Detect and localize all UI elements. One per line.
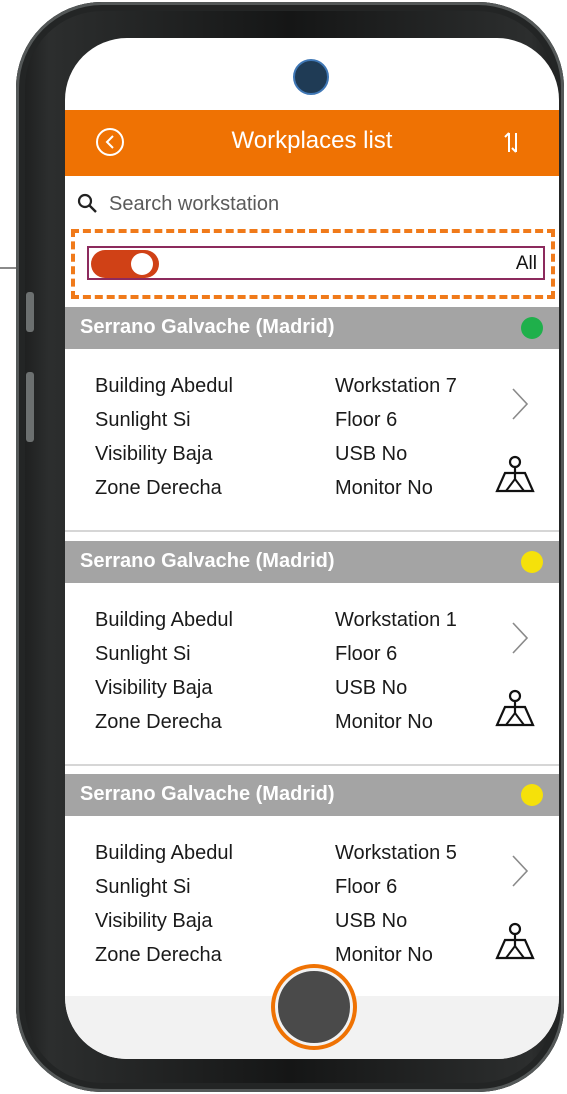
card-title: Serrano Galvache (Madrid)	[80, 316, 335, 338]
filter-toggle[interactable]	[91, 250, 159, 278]
workstation-text: Workstation 7	[335, 375, 457, 397]
visibility-text: Visibility Baja	[95, 443, 213, 465]
home-button[interactable]	[271, 964, 357, 1050]
visibility-text: Visibility Baja	[95, 677, 213, 699]
search-input[interactable]	[107, 188, 511, 220]
workplace-card[interactable]: Serrano Galvache (Madrid) Building Abedu…	[65, 307, 559, 532]
phone-frame: Workplaces list All	[16, 2, 564, 1092]
sunlight-text: Sunlight Si	[95, 409, 191, 431]
phone-volume-button	[26, 372, 34, 442]
usb-text: USB No	[335, 910, 408, 932]
card-divider	[65, 530, 559, 532]
card-left-column: Building Abedul Sunlight Si Visibility B…	[95, 836, 233, 972]
card-right-column: Workstation 5 Floor 6 USB No Monitor No	[335, 836, 457, 972]
card-title: Serrano Galvache (Madrid)	[80, 783, 335, 805]
monitor-text: Monitor No	[335, 711, 433, 733]
map-pin-icon[interactable]	[495, 689, 535, 729]
map-pin-icon[interactable]	[495, 922, 535, 962]
visibility-text: Visibility Baja	[95, 910, 213, 932]
front-camera	[293, 59, 329, 95]
home-button-inner	[275, 968, 353, 1046]
card-header: Serrano Galvache (Madrid)	[65, 774, 559, 816]
monitor-text: Monitor No	[335, 944, 433, 966]
sort-arrows-icon[interactable]	[503, 128, 523, 158]
chevron-right-icon[interactable]	[510, 621, 530, 655]
sunlight-text: Sunlight Si	[95, 876, 191, 898]
filter-highlight: All	[71, 229, 555, 299]
card-title: Serrano Galvache (Madrid)	[80, 550, 335, 572]
usb-text: USB No	[335, 443, 408, 465]
floor-text: Floor 6	[335, 876, 398, 898]
usb-text: USB No	[335, 677, 408, 699]
card-header: Serrano Galvache (Madrid)	[65, 541, 559, 583]
card-right-column: Workstation 7 Floor 6 USB No Monitor No	[335, 369, 457, 505]
status-dot	[521, 317, 543, 339]
card-header: Serrano Galvache (Madrid)	[65, 307, 559, 349]
card-left-column: Building Abedul Sunlight Si Visibility B…	[95, 369, 233, 505]
chevron-right-icon[interactable]	[510, 387, 530, 421]
chevron-right-icon[interactable]	[510, 854, 530, 888]
card-right-column: Workstation 1 Floor 6 USB No Monitor No	[335, 603, 457, 739]
search-icon	[77, 193, 97, 213]
building-text: Building Abedul	[95, 609, 233, 631]
card-divider	[65, 764, 559, 766]
filter-label: All	[515, 253, 537, 274]
phone-screen: Workplaces list All	[65, 38, 559, 1059]
zone-text: Zone Derecha	[95, 477, 222, 499]
zone-text: Zone Derecha	[95, 711, 222, 733]
building-text: Building Abedul	[95, 375, 233, 397]
status-dot	[521, 784, 543, 806]
toggle-knob	[131, 253, 153, 275]
page-title: Workplaces list	[231, 127, 393, 154]
phone-side-button	[26, 292, 34, 332]
map-pin-icon[interactable]	[495, 455, 535, 495]
workstation-text: Workstation 5	[335, 842, 457, 864]
workstation-text: Workstation 1	[335, 609, 457, 631]
floor-text: Floor 6	[335, 643, 398, 665]
filter-row: All	[87, 246, 545, 280]
status-dot	[521, 551, 543, 573]
building-text: Building Abedul	[95, 842, 233, 864]
card-left-column: Building Abedul Sunlight Si Visibility B…	[95, 603, 233, 739]
workplace-card[interactable]: Serrano Galvache (Madrid) Building Abedu…	[65, 541, 559, 766]
sunlight-text: Sunlight Si	[95, 643, 191, 665]
zone-text: Zone Derecha	[95, 944, 222, 966]
floor-text: Floor 6	[335, 409, 398, 431]
monitor-text: Monitor No	[335, 477, 433, 499]
search-bar	[65, 176, 559, 230]
app-header: Workplaces list	[65, 110, 559, 176]
